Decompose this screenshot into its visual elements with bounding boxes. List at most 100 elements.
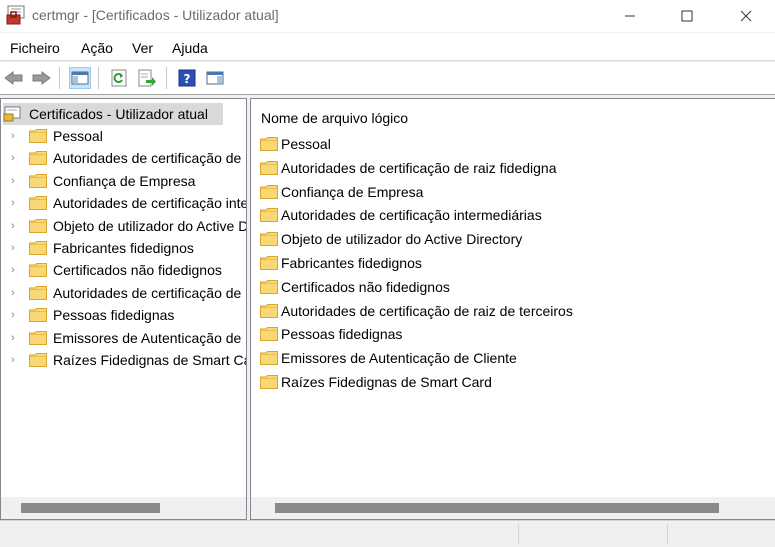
folder-icon [260, 375, 278, 389]
tree-item[interactable]: › Pessoal [1, 125, 246, 147]
close-icon [740, 10, 752, 22]
tree-item-label: Autoridades de certificação de raiz fide… [53, 150, 246, 167]
tree-item-label: Confiança de Empresa [53, 172, 196, 189]
folder-icon [260, 256, 278, 270]
tree-item[interactable]: › Raízes Fidedignas de Smart Card [1, 349, 246, 371]
tree-item[interactable]: › Autoridades de certificação intermediár… [1, 192, 246, 214]
tree-item-label: Objeto de utilizador do Active Directory [53, 217, 246, 234]
list-item-label: Fabricantes fidedignos [281, 255, 422, 271]
folder-icon [29, 151, 47, 166]
show-hide-tree-button[interactable] [69, 67, 91, 89]
list-item[interactable]: Fabricantes fidedignos [259, 252, 759, 274]
list-item[interactable]: Autoridades de certificação intermediári… [259, 204, 759, 226]
folder-icon [29, 129, 47, 143]
list-item[interactable]: Pessoas fidedignas [259, 323, 759, 345]
menu-bar: Ficheiro Ação Ver Ajuda [0, 33, 775, 61]
list-item-label: Certificados não fidedignos [281, 278, 450, 295]
folder-icon [29, 196, 47, 211]
list-item[interactable]: Autoridades de certificação de raiz de t… [259, 300, 759, 322]
list-item[interactable]: Autoridades de certificação de raiz fide… [259, 157, 759, 179]
folder-icon [260, 351, 278, 366]
list-horizontal-scrollbar[interactable] [251, 497, 775, 519]
tree-item[interactable]: › Emissores de Autenticação de Cliente [1, 327, 246, 349]
title-bar: certmgr - [Certificados - Utilizador atu… [0, 0, 775, 32]
back-button[interactable] [3, 67, 25, 89]
folder-icon [29, 218, 47, 233]
tree-item-label: Autoridades de certificação intermediári… [53, 195, 246, 212]
chevron-right-icon[interactable]: › [11, 152, 19, 164]
scrollbar-thumb[interactable] [21, 503, 160, 513]
window-title: certmgr - [Certificados - Utilizador atu… [32, 7, 279, 23]
tree-horizontal-scrollbar[interactable] [1, 497, 246, 519]
tree-item-label: Pessoas fidedignas [53, 307, 175, 324]
menu-ajuda[interactable]: Ajuda [172, 40, 208, 56]
folder-icon [260, 160, 278, 175]
list-item-label: Autoridades de certificação de raiz fide… [281, 159, 557, 176]
forward-button[interactable] [30, 67, 52, 89]
list-item[interactable]: Certificados não fidedignos [259, 276, 759, 298]
export-list-icon [138, 69, 156, 87]
list-item[interactable]: Confiança de Empresa [259, 181, 759, 203]
tree-item[interactable]: › Objeto de utilizador do Active Director… [1, 215, 246, 237]
console-tree[interactable]: Certificados - Utilizador atual › Pessoal… [0, 98, 247, 520]
refresh-icon [111, 69, 127, 87]
refresh-button[interactable] [108, 67, 130, 89]
list-item-label: Autoridades de certificação intermediári… [281, 207, 542, 224]
tree-item[interactable]: › Fabricantes fidedignos [1, 237, 246, 259]
maximize-icon [681, 10, 693, 22]
chevron-right-icon[interactable]: › [11, 220, 19, 232]
back-arrow-icon [4, 71, 23, 85]
chevron-right-icon[interactable]: › [11, 354, 19, 366]
list-view[interactable]: Nome de arquivo lógico Pessoal Autoridade… [250, 98, 775, 520]
chevron-right-icon[interactable]: › [11, 332, 19, 344]
chevron-right-icon[interactable]: › [11, 197, 19, 209]
certmgr-app-icon [6, 5, 28, 25]
list-item-label: Objeto de utilizador do Active Directory [281, 231, 523, 248]
tree-item[interactable]: › Certificados não fidedignos [1, 259, 246, 281]
tree-item-label: Fabricantes fidedignos [53, 240, 194, 256]
list-item[interactable]: Emissores de Autenticação de Cliente [259, 347, 759, 369]
chevron-right-icon[interactable]: › [11, 287, 19, 299]
tree-item-label: Certificados não fidedignos [53, 262, 222, 279]
status-divider [518, 524, 519, 545]
help-button[interactable]: ? [176, 67, 198, 89]
menu-ficheiro[interactable]: Ficheiro [10, 40, 60, 56]
list-item[interactable]: Objeto de utilizador do Active Directory [259, 228, 759, 250]
certificate-store-icon [3, 106, 23, 122]
folder-icon [260, 232, 278, 247]
maximize-button[interactable] [664, 0, 710, 32]
list-item[interactable]: Raízes Fidedignas de Smart Card [259, 371, 759, 393]
chevron-right-icon[interactable]: › [11, 175, 19, 187]
tree-item[interactable]: › Autoridades de certificação de raiz de … [1, 282, 246, 304]
status-divider [667, 524, 668, 545]
tree-item-label: Raízes Fidedignas de Smart Card [53, 352, 246, 368]
list-item-label: Autoridades de certificação de raiz de t… [281, 302, 573, 319]
chevron-right-icon[interactable]: › [11, 130, 19, 142]
menu-ver[interactable]: Ver [132, 40, 153, 56]
menu-acao[interactable]: Ação [81, 40, 113, 56]
tree-item[interactable]: › Autoridades de certificação de raiz fid… [1, 147, 246, 169]
folder-icon [29, 285, 47, 300]
tree-item[interactable]: › Confiança de Empresa [1, 170, 246, 192]
toolbar-separator [59, 67, 60, 89]
tree-item[interactable]: › Pessoas fidedignas [1, 304, 246, 326]
show-hide-action-pane-button[interactable] [204, 67, 226, 89]
column-header-nome[interactable]: Nome de arquivo lógico [261, 110, 408, 126]
folder-icon [260, 279, 278, 294]
export-list-button[interactable] [136, 67, 158, 89]
chevron-right-icon[interactable]: › [11, 264, 19, 276]
scrollbar-thumb[interactable] [275, 503, 719, 513]
minimize-button[interactable] [607, 0, 653, 32]
chevron-right-icon[interactable]: › [11, 309, 19, 321]
list-item[interactable]: Pessoal [259, 133, 759, 155]
chevron-right-icon[interactable]: › [11, 242, 19, 254]
list-item-label: Raízes Fidedignas de Smart Card [281, 374, 492, 390]
svg-text:?: ? [184, 72, 191, 86]
close-button[interactable] [723, 0, 769, 32]
tree-root-certificados[interactable]: Certificados - Utilizador atual [3, 103, 223, 125]
toolbar: ? [0, 62, 775, 95]
tree-item-label: Autoridades de certificação de raiz de t… [53, 284, 246, 301]
folder-icon [29, 330, 47, 345]
folder-icon [29, 263, 47, 278]
minimize-icon [625, 15, 635, 17]
